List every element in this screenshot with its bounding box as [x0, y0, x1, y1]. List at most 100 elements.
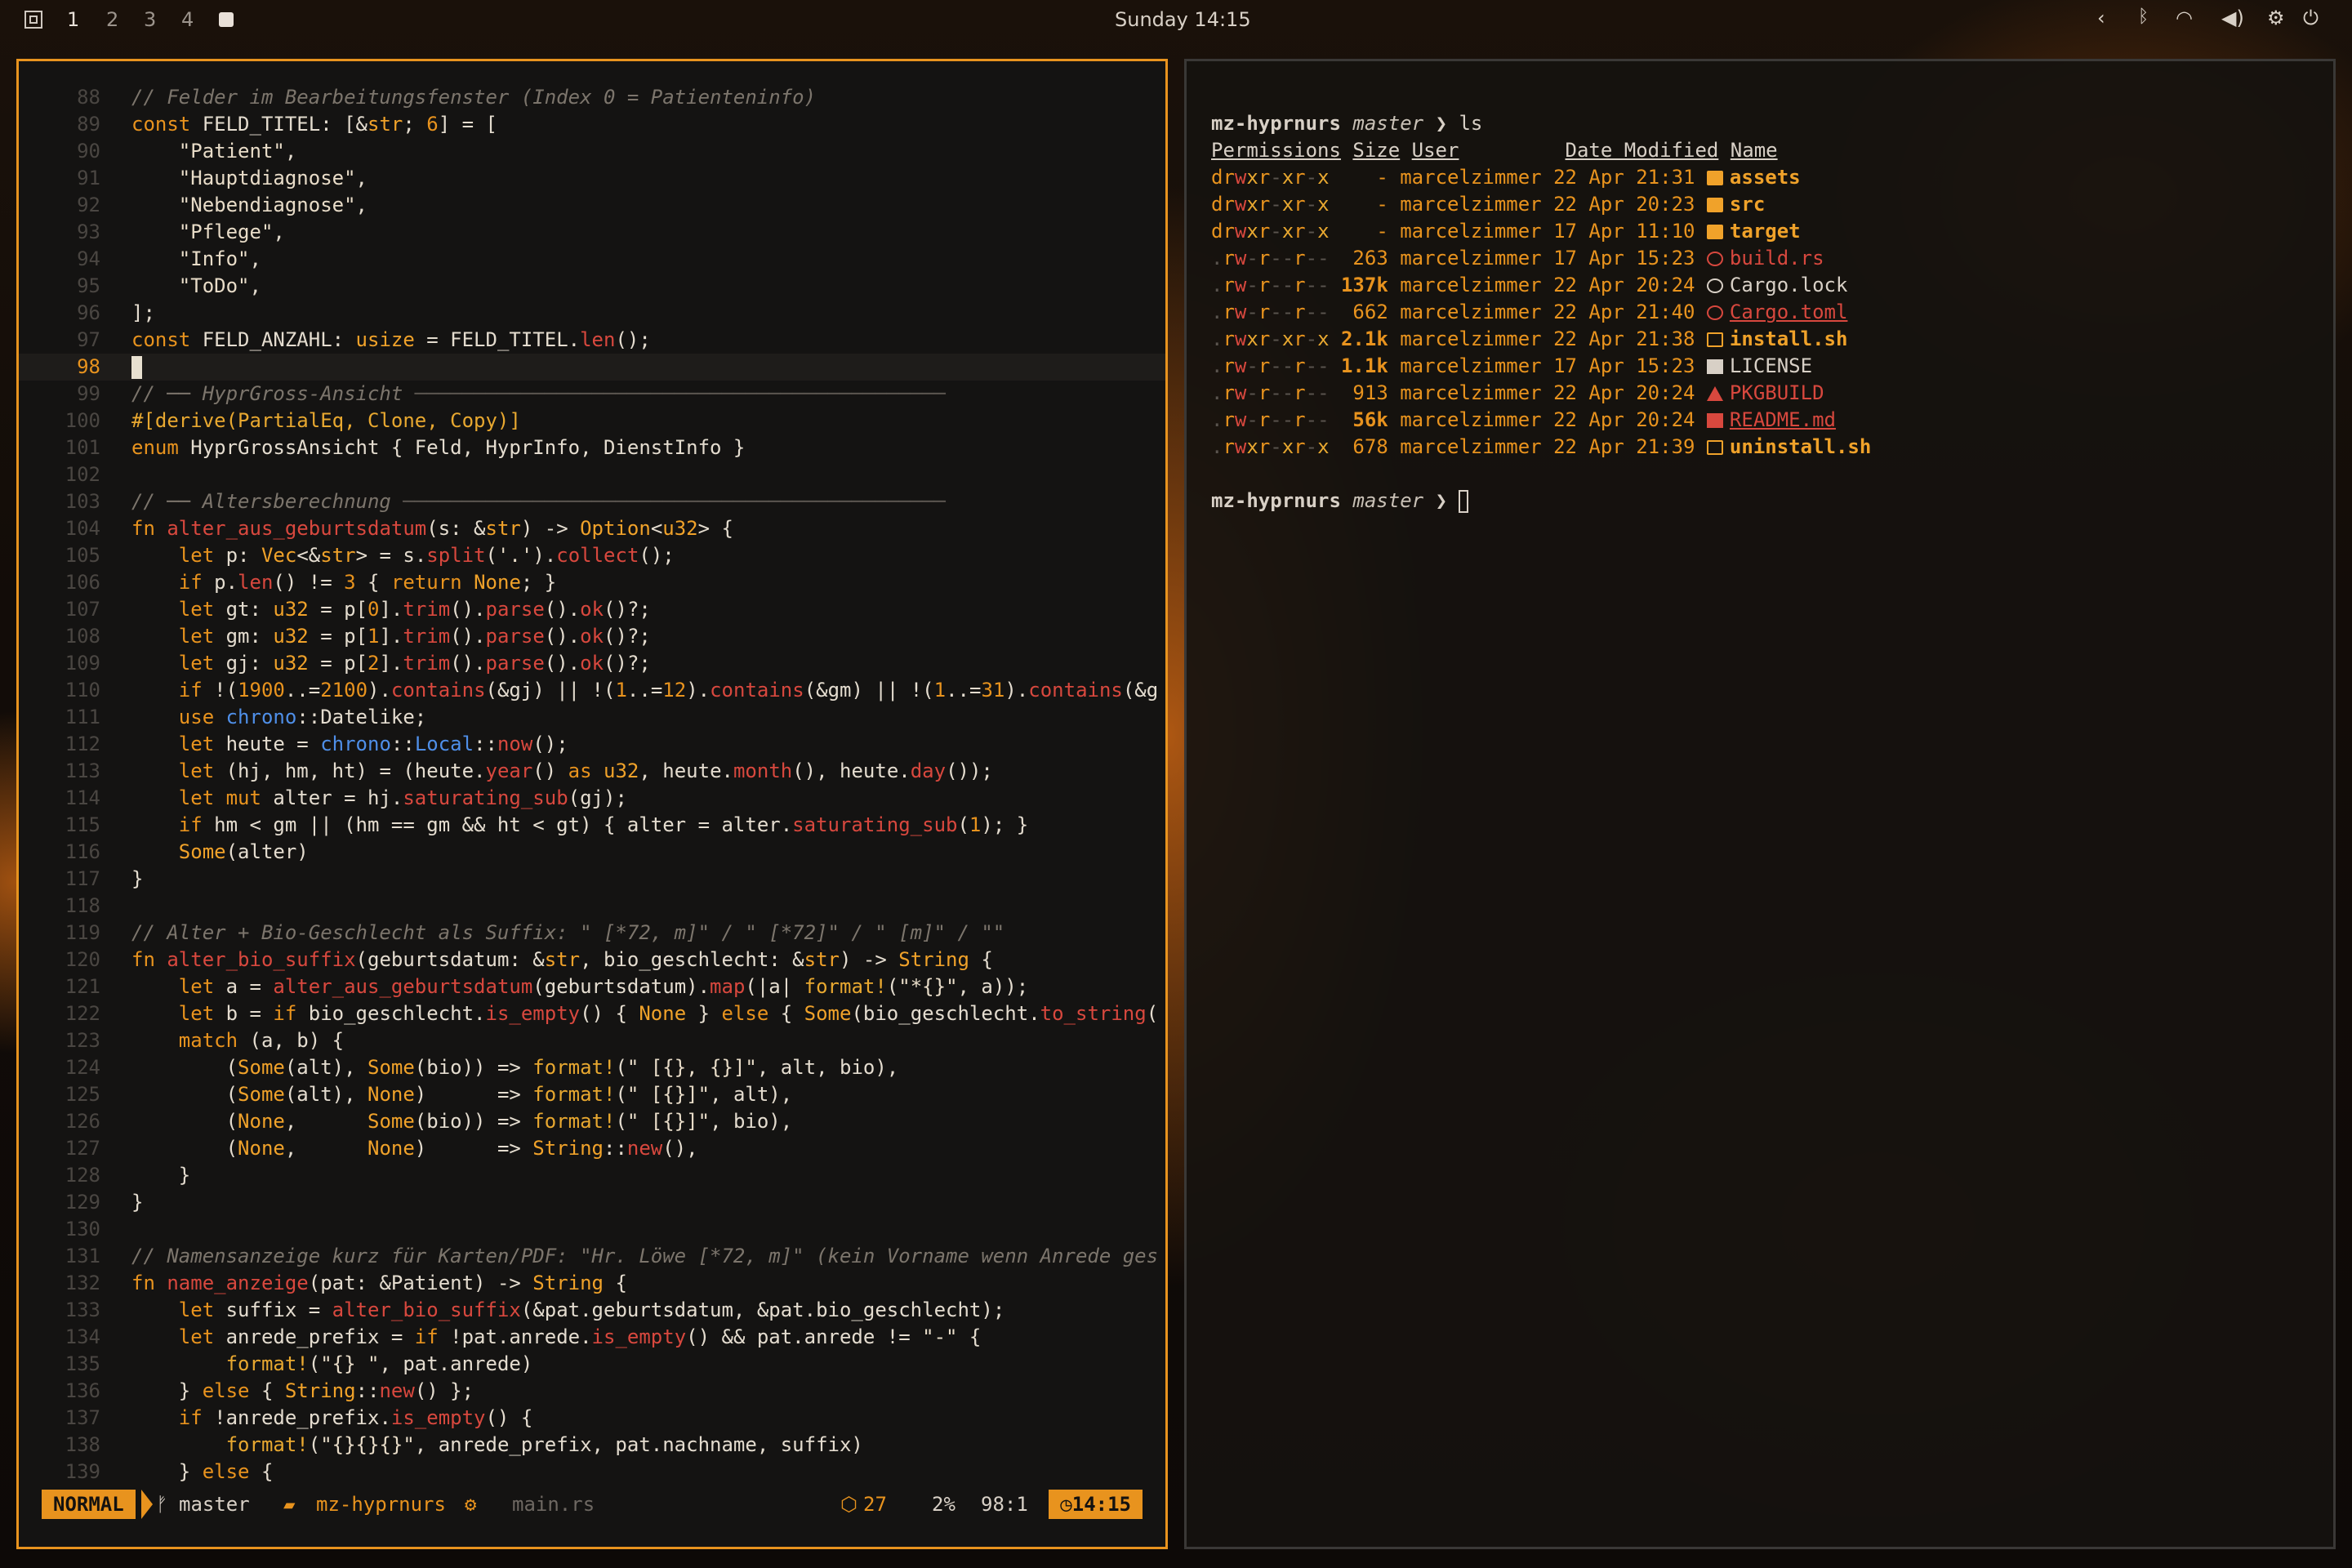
git-branch-icon: ᚠ — [156, 1493, 168, 1516]
code-line[interactable]: 88 // Felder im Bearbeitungsfenster (Inde… — [19, 84, 1165, 111]
settings-icon[interactable]: ⚙ — [2267, 7, 2285, 29]
code-line[interactable]: 89 const FELD_TITEL: [&str; 6] = [ — [19, 111, 1165, 138]
row-filename[interactable]: uninstall.sh — [1730, 435, 1871, 458]
code-line[interactable]: 106 if p.len() != 3 { return None; } — [19, 569, 1165, 596]
workspace-3[interactable]: 3 — [144, 8, 156, 31]
volume-icon[interactable]: ◀) — [2221, 7, 2244, 29]
folder-icon: ▰ — [283, 1493, 296, 1516]
code-line[interactable]: 133 let suffix = alter_bio_suffix(&pat.g… — [19, 1297, 1165, 1324]
workspace-special-icon[interactable] — [219, 12, 234, 27]
code-line[interactable]: 117} — [19, 866, 1165, 893]
code-line[interactable]: 95 "ToDo", — [19, 273, 1165, 300]
code-line[interactable]: 124 (Some(alt), Some(bio)) => format!(" … — [19, 1054, 1165, 1081]
line-number: 112 — [65, 733, 100, 755]
code-line[interactable]: 131 // Namensanzeige kurz für Karten/PDF:… — [19, 1243, 1165, 1270]
prompt-line-active[interactable]: mz-hyprnurs master ❯ — [1211, 488, 1871, 514]
code-line[interactable]: 123 match (a, b) { — [19, 1027, 1165, 1054]
row-filename[interactable]: README.md — [1730, 408, 1836, 431]
code-line[interactable]: 104 fn alter_aus_geburtsdatum(s: &str) ->… — [19, 515, 1165, 542]
workspace-4[interactable]: 4 — [181, 8, 194, 31]
code-line[interactable]: 101 enum HyprGrossAnsicht { Feld, HyprInf… — [19, 434, 1165, 461]
workspace-1[interactable]: 1 — [67, 8, 79, 31]
code-line[interactable]: 108 let gm: u32 = p[1].trim().parse().ok… — [19, 623, 1165, 650]
code-line[interactable]: 107 let gt: u32 = p[0].trim().parse().ok… — [19, 596, 1165, 623]
code-line[interactable]: 129} — [19, 1189, 1165, 1216]
wifi-icon[interactable]: ◠ — [2176, 7, 2193, 29]
row-filename[interactable]: PKGBUILD — [1730, 381, 1824, 404]
code-line[interactable]: 126 (None, Some(bio)) => format!(" [{}]"… — [19, 1108, 1165, 1135]
line-text: let heute = chrono::Local::now(); — [178, 733, 568, 755]
code-line[interactable]: 100 #[derive(PartialEq, Clone, Copy)] — [19, 408, 1165, 434]
code-line[interactable]: 96]; — [19, 300, 1165, 327]
code-line[interactable]: 90 "Patient", — [19, 138, 1165, 165]
row-filename[interactable]: Cargo.toml — [1730, 301, 1848, 323]
code-line[interactable]: 120 fn alter_bio_suffix(geburtsdatum: &st… — [19, 947, 1165, 973]
code-line[interactable]: 109 let gj: u32 = p[2].trim().parse().ok… — [19, 650, 1165, 677]
code-line[interactable]: 113 let (hj, hm, ht) = (heute.year() as … — [19, 758, 1165, 785]
row-filename[interactable]: assets — [1730, 166, 1801, 189]
power-icon[interactable]: ⏻ — [2303, 7, 2319, 29]
code-line[interactable]: 130 — [19, 1216, 1165, 1243]
code-line[interactable]: 122 let b = if bio_geschlecht.is_empty()… — [19, 1000, 1165, 1027]
code-line[interactable]: 139 } else { — [19, 1459, 1165, 1486]
row-filename[interactable]: src — [1730, 193, 1765, 216]
code-line[interactable]: 119 // Alter + Bio-Geschlecht als Suffix:… — [19, 920, 1165, 947]
terminal-window[interactable]: mz-hyprnurs master ❯ ls Permissions Size… — [1184, 59, 2336, 1549]
row-date: 22 Apr 20:24 — [1553, 381, 1695, 404]
code-line[interactable]: 112 let heute = chrono::Local::now(); — [19, 731, 1165, 758]
code-line[interactable]: 115 if hm < gm || (hm == gm && ht < gt) … — [19, 812, 1165, 839]
line-number: 139 — [65, 1460, 100, 1483]
code-line[interactable]: 110 if !(1900..=2100).contains(&gj) || !… — [19, 677, 1165, 704]
code-line[interactable]: 134 let anrede_prefix = if !pat.anrede.i… — [19, 1324, 1165, 1351]
code-line[interactable]: 99 // ── HyprGross-Ansicht ──────────────… — [19, 381, 1165, 408]
code-line[interactable]: 93 "Pflege", — [19, 219, 1165, 246]
line-text: } — [131, 867, 144, 890]
line-number: 107 — [65, 598, 100, 621]
code-line[interactable]: 135 format!("{} ", pat.anrede) — [19, 1351, 1165, 1378]
code-line[interactable]: 127 (None, None) => String::new(), — [19, 1135, 1165, 1162]
clock[interactable]: Sunday 14:15 — [1115, 8, 1251, 31]
code-line[interactable]: 94 "Info", — [19, 246, 1165, 273]
editor-window[interactable]: 88 // Felder im Bearbeitungsfenster (Inde… — [16, 59, 1168, 1549]
code-line[interactable]: 97 const FELD_ANZAHL: usize = FELD_TITEL.… — [19, 327, 1165, 354]
code-line[interactable]: 116 Some(alter) — [19, 839, 1165, 866]
code-line[interactable]: 132 fn name_anzeige(pat: &Patient) -> Str… — [19, 1270, 1165, 1297]
code-line[interactable]: 91 "Hauptdiagnose", — [19, 165, 1165, 192]
row-user: marcelzimmer — [1400, 220, 1542, 243]
row-filename[interactable]: build.rs — [1730, 247, 1824, 270]
terminal-output[interactable]: mz-hyprnurs master ❯ ls Permissions Size… — [1211, 110, 1871, 514]
line-text: fn alter_aus_geburtsdatum(s: &str) -> Op… — [131, 517, 733, 540]
code-line[interactable]: 137 if !anrede_prefix.is_empty() { — [19, 1405, 1165, 1432]
row-filename[interactable]: LICENSE — [1730, 354, 1812, 377]
row-filename[interactable]: install.sh — [1730, 327, 1848, 350]
code-line[interactable]: 138 format!("{}{}{}", anrede_prefix, pat… — [19, 1432, 1165, 1459]
code-line[interactable]: 125 (Some(alt), None) => format!(" [{}]"… — [19, 1081, 1165, 1108]
code-line[interactable]: 103 // ── Altersberechnung ──────────────… — [19, 488, 1165, 515]
code-line[interactable]: 98 — [19, 354, 1165, 381]
code-line[interactable]: 105 let p: Vec<&str> = s.split('.').coll… — [19, 542, 1165, 569]
code-line[interactable]: 92 "Nebendiagnose", — [19, 192, 1165, 219]
line-number: 133 — [65, 1298, 100, 1321]
line-text: #[derive(PartialEq, Clone, Copy)] — [131, 409, 521, 432]
chevron-left-icon[interactable]: ‹ — [2097, 7, 2105, 29]
code-line[interactable]: 136 } else { String::new() }; — [19, 1378, 1165, 1405]
line-text: enum HyprGrossAnsicht { Feld, HyprInfo, … — [131, 436, 746, 459]
code-line[interactable]: 111 use chrono::Datelike; — [19, 704, 1165, 731]
bluetooth-icon[interactable]: ᛒ — [2138, 7, 2149, 27]
row-filename[interactable]: target — [1730, 220, 1801, 243]
code-line[interactable]: 121 let a = alter_aus_geburtsdatum(gebur… — [19, 973, 1165, 1000]
code-line[interactable]: 102 — [19, 461, 1165, 488]
line-text: "ToDo", — [178, 274, 261, 297]
workspace-overview-icon[interactable] — [24, 11, 42, 29]
code-line[interactable]: 114 let mut alter = hj.saturating_sub(gj… — [19, 785, 1165, 812]
row-filename[interactable]: Cargo.lock — [1730, 274, 1848, 296]
code-line[interactable]: 128 } — [19, 1162, 1165, 1189]
row-user: marcelzimmer — [1400, 166, 1542, 189]
line-number: 124 — [65, 1056, 100, 1079]
line-text: fn alter_bio_suffix(geburtsdatum: &str, … — [131, 948, 993, 971]
code-line[interactable]: 118 — [19, 893, 1165, 920]
cursor-position: 98:1 — [981, 1493, 1028, 1516]
line-text: const FELD_TITEL: [&str; 6] = [ — [131, 113, 497, 136]
workspace-2[interactable]: 2 — [106, 8, 118, 31]
code-buffer[interactable]: 88 // Felder im Bearbeitungsfenster (Inde… — [19, 84, 1165, 1486]
